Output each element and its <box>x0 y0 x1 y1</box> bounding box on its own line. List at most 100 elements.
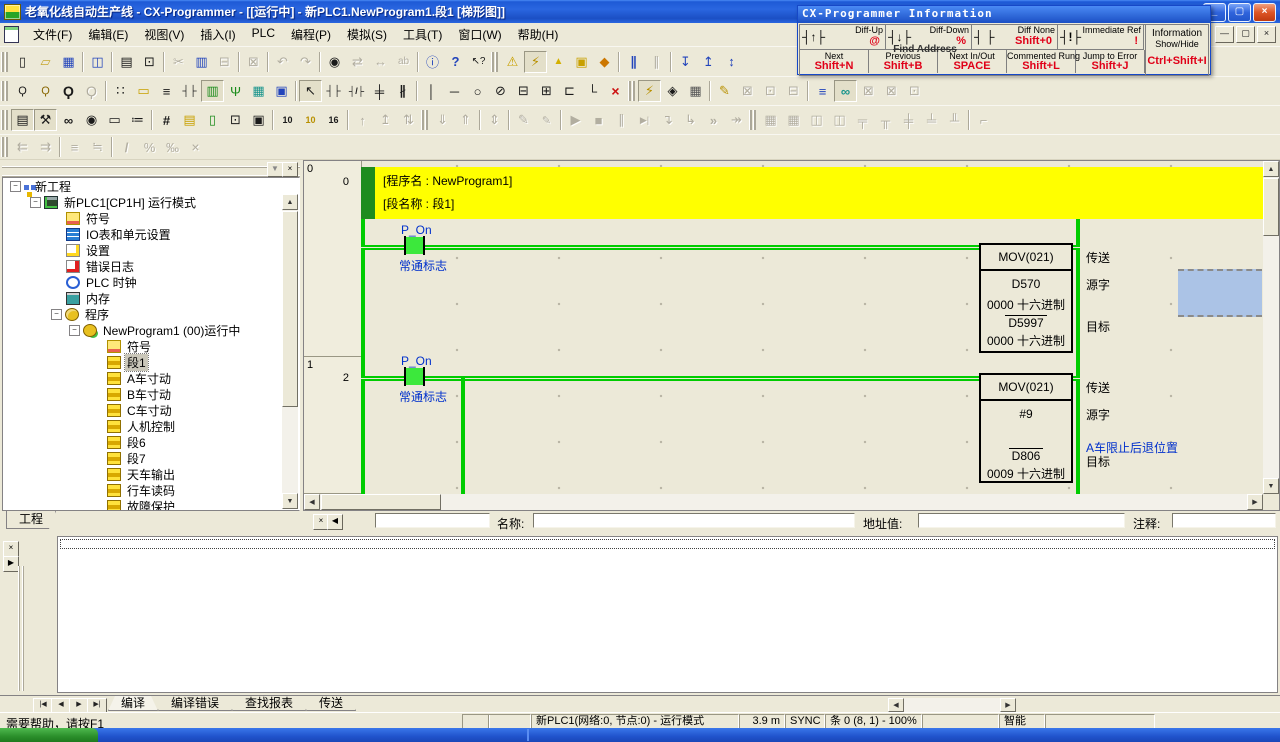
restore-button[interactable]: ▢ <box>1228 3 1251 22</box>
tree-item-section-xingche[interactable]: 行车读码 <box>3 482 299 498</box>
cross-reference-report-button[interactable]: # <box>155 109 178 131</box>
menu-help[interactable]: 帮助(H) <box>510 24 567 45</box>
download-button[interactable]: ↧ <box>674 51 697 73</box>
select-mode-button[interactable]: ↖ <box>299 80 322 102</box>
tree-item-section-guzhang[interactable]: 故障保护 <box>3 498 299 511</box>
expand-icon[interactable]: − <box>69 325 80 336</box>
tree-item-memory[interactable]: 内存 <box>3 290 299 306</box>
new-instruction-button[interactable]: ⊟ <box>512 80 535 102</box>
save-button[interactable]: ▦ <box>57 51 80 73</box>
contact-p-on[interactable] <box>406 368 423 385</box>
name-input[interactable] <box>533 513 855 528</box>
program-check-button[interactable]: ◆ <box>593 51 616 73</box>
scroll-down-icon[interactable]: ▼ <box>282 493 298 509</box>
expand-icon[interactable]: − <box>10 181 21 192</box>
tree-item-section-a-che[interactable]: A车寸动 <box>3 370 299 386</box>
new-coil-button[interactable]: ○ <box>466 80 489 102</box>
mdi-restore-button[interactable]: ▢ <box>1236 26 1255 43</box>
compile-button[interactable]: ⚠ <box>501 51 524 73</box>
menu-plc[interactable]: PLC <box>244 24 283 45</box>
ci-window-button[interactable]: ▣ <box>270 80 293 102</box>
menu-program[interactable]: 编程(P) <box>283 24 339 45</box>
delete-button[interactable]: × <box>604 80 627 102</box>
tree-item-project[interactable]: − 新工程 <box>3 178 299 194</box>
upload-button[interactable]: ↥ <box>697 51 720 73</box>
new-closed-coil-button[interactable]: ⊘ <box>489 80 512 102</box>
new-or-closed-contact-button[interactable]: ∦ <box>391 80 414 102</box>
mdi-close-button[interactable]: × <box>1257 26 1276 43</box>
output-grabber[interactable] <box>18 566 24 691</box>
tree-item-program[interactable]: − 程序 <box>3 306 299 322</box>
tree-item-section-b-che[interactable]: B车寸动 <box>3 386 299 402</box>
workspace-dropdown-button[interactable]: ▼ <box>267 162 283 177</box>
zoom-tool-button[interactable]: Ϙ <box>11 80 34 102</box>
io-comment-dialog-button[interactable]: ▣ <box>247 109 270 131</box>
find-button[interactable]: ◉ <box>323 51 346 73</box>
symbol-table-button[interactable]: ▦ <box>247 80 270 102</box>
pause-monitor-button[interactable]: ∥ <box>622 51 645 73</box>
properties-button[interactable]: ≔ <box>126 109 149 131</box>
tab-transfer[interactable]: 传送 <box>306 696 356 711</box>
monitor-buffer-button[interactable]: ◈ <box>661 80 684 102</box>
new-button[interactable]: ▯ <box>11 51 34 73</box>
new-closed-contact-button[interactable]: ┤/├ <box>345 80 368 102</box>
ladder-hscroll-thumb[interactable] <box>321 494 441 510</box>
corner-button[interactable]: └ <box>581 80 604 102</box>
menu-view[interactable]: 视图(V) <box>136 24 192 45</box>
info-button[interactable]: ⓘ <box>421 51 444 73</box>
tree-scrollbar[interactable]: ▲ ▼ <box>282 194 298 509</box>
tree-item-io-table[interactable]: IO表和单元设置 <box>3 226 299 242</box>
expand-icon[interactable]: − <box>30 197 41 208</box>
rung-comment-block[interactable]: [程序名 : NewProgram1] [段名称 : 段1] <box>361 167 1263 219</box>
work-online-button[interactable]: ⚡ <box>638 80 661 102</box>
tab-compile[interactable]: 编译 <box>108 696 158 711</box>
edit-comment-button[interactable]: ✎ <box>713 80 736 102</box>
watch-sheet-button[interactable]: ≡ <box>811 80 834 102</box>
monitor-signed-decimal-button[interactable]: 10 <box>299 109 322 131</box>
cross-reference-window-button[interactable]: ◉ <box>80 109 103 131</box>
tree-item-plc[interactable]: − 新PLC1[CP1H] 运行模式 <box>3 194 299 210</box>
start-button[interactable] <box>0 728 98 742</box>
print-button[interactable]: ▤ <box>115 51 138 73</box>
context-help-button[interactable]: ↖? <box>467 51 490 73</box>
menu-edit[interactable]: 编辑(E) <box>80 24 136 45</box>
time-chart-button[interactable]: ▦ <box>684 80 707 102</box>
monitoring-button[interactable]: ∞ <box>834 80 857 102</box>
rung-margin-cell[interactable]: 1 2 <box>304 357 361 494</box>
close-button[interactable]: × <box>1253 3 1276 22</box>
scroll-left-icon[interactable]: ◀ <box>304 494 320 510</box>
comment-input[interactable] <box>1172 513 1276 528</box>
scroll-left-icon[interactable]: ◀ <box>888 698 904 712</box>
change-plc-button[interactable]: ◫ <box>86 51 109 73</box>
transfer-warning-button[interactable]: ▣ <box>570 51 593 73</box>
contact-p-on[interactable] <box>406 237 423 254</box>
tree-item-symbols[interactable]: 符号 <box>3 210 299 226</box>
address-bar-back-button[interactable]: ◀ <box>327 514 343 530</box>
tab-project[interactable]: 工程 <box>6 511 56 529</box>
ladder-hscrollbar[interactable]: ◀ ▶ <box>304 494 1263 510</box>
menu-tools[interactable]: 工具(T) <box>395 24 450 45</box>
tab-find-report[interactable]: 查找报表 <box>232 696 306 711</box>
tree-item-section-tianche[interactable]: 天车输出 <box>3 466 299 482</box>
ladder-canvas[interactable]: [程序名 : NewProgram1] [段名称 : 段1] P_On 常通标志… <box>361 161 1263 494</box>
output-close-button[interactable]: × <box>3 541 19 557</box>
new-or-contact-button[interactable]: ╪ <box>368 80 391 102</box>
instruction-mov-1[interactable]: MOV(021) D570 0000 十六进制 D5997 0000 十六进制 <box>979 243 1073 353</box>
toggle-output-window-button[interactable]: ⚒ <box>34 109 57 131</box>
tree-item-section-c-che[interactable]: C车寸动 <box>3 402 299 418</box>
compile-all-programs-button[interactable]: ⚡ <box>524 51 547 73</box>
horizontal-line-button[interactable]: ─ <box>443 80 466 102</box>
menu-insert[interactable]: 插入(I) <box>192 24 243 45</box>
monitor-decimal-button[interactable]: 10 <box>276 109 299 131</box>
output-selected-row[interactable] <box>60 539 1275 549</box>
zoom-header-button[interactable]: Ϙ <box>34 80 57 102</box>
monitor-io-button[interactable]: ┤├ <box>178 80 201 102</box>
scroll-up-icon[interactable]: ▲ <box>282 194 298 210</box>
new-plc-instruction-button[interactable]: ⊞ <box>535 80 558 102</box>
copy-button[interactable]: ▥ <box>190 51 213 73</box>
menu-window[interactable]: 窗口(W) <box>450 24 509 45</box>
address-input[interactable] <box>918 513 1125 528</box>
tree-item-settings[interactable]: 设置 <box>3 242 299 258</box>
tree-item-error-log[interactable]: 错误日志 <box>3 258 299 274</box>
menu-file[interactable]: 文件(F) <box>25 24 80 45</box>
